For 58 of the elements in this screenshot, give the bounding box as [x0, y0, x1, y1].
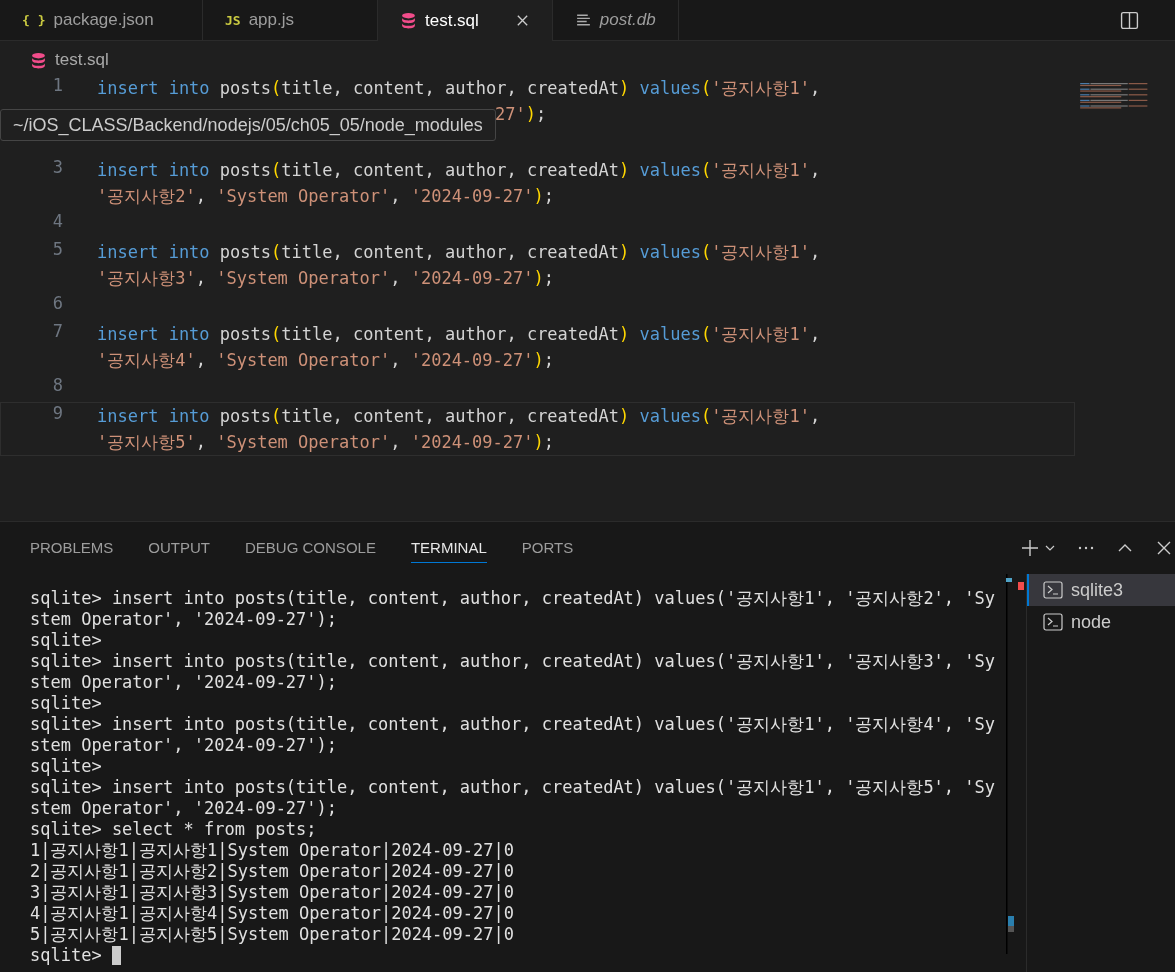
- close-icon[interactable]: [1155, 539, 1173, 557]
- terminal-line: sqlite> select * from posts;: [30, 819, 317, 840]
- terminal-line: sqlite>: [30, 693, 102, 714]
- terminal-line: stem Operator', '2024-09-27');: [30, 798, 338, 819]
- terminal-line: 2|공지사항1|공지사항2|System Operator|2024-09-27|0: [30, 861, 514, 882]
- editor-tab[interactable]: { } package.json: [0, 0, 203, 40]
- braces-icon: { }: [22, 12, 46, 28]
- line-number: 3: [52, 157, 63, 177]
- code-text: '공지사항5', 'System Operator', '2024-09-27');: [97, 432, 554, 452]
- line-number: 9: [52, 403, 63, 423]
- code-text: '공지사항2', 'System Operator', '2024-09-27');: [97, 186, 554, 206]
- database-icon: [400, 12, 417, 29]
- terminal-line: sqlite> insert into posts(title, content, author, createdAt) values('공지사항1', '공지사항5', 'Sy: [30, 777, 996, 798]
- code-text: '공지사항4', 'System Operator', '2024-09-27');: [97, 350, 554, 370]
- terminal-line: sqlite> insert into posts(title, content, author, createdAt) values('공지사항1', '공지사항2', 'Sy: [30, 588, 996, 609]
- terminal-icon: [1043, 580, 1063, 600]
- panel-tab[interactable]: DEBUG CONSOLE: [245, 533, 376, 563]
- terminal-list-item[interactable]: sqlite3: [1027, 574, 1175, 606]
- terminal-line: sqlite>: [30, 630, 102, 651]
- terminal-icon: [1043, 612, 1063, 632]
- panel-tab[interactable]: TERMINAL: [410, 533, 487, 563]
- path-tooltip: ~/iOS_CLASS/Backend/nodejs/05/ch05_05/node_modules: [0, 109, 496, 141]
- editor-tab[interactable]: post.db: [552, 0, 679, 40]
- code-text: insert into posts(title, content, author, createdAt) values('공지사항1',: [97, 242, 821, 262]
- terminal-line: sqlite> insert into posts(title, content, author, createdAt) values('공지사항1', '공지사항3', 'Sy: [30, 651, 996, 672]
- panel-tab[interactable]: PORTS: [521, 533, 574, 563]
- terminal-line: stem Operator', '2024-09-27');: [30, 672, 338, 693]
- code-text: 27');: [495, 104, 547, 124]
- terminal-line: 4|공지사항1|공지사항4|System Operator|2024-09-27|0: [30, 903, 514, 924]
- line-number: 8: [52, 375, 63, 395]
- line-number: 6: [52, 293, 63, 313]
- line-number: 7: [52, 321, 63, 341]
- line-number: 1: [52, 75, 63, 95]
- terminal-line: sqlite>: [30, 945, 102, 966]
- terminal-line: 1|공지사항1|공지사항1|System Operator|2024-09-27|0: [30, 840, 514, 861]
- terminal-list-item[interactable]: node: [1027, 606, 1175, 638]
- code-text: insert into posts(title, content, author, createdAt) values('공지사항1',: [97, 406, 821, 426]
- plus-icon[interactable]: [1021, 539, 1039, 557]
- editor-tab[interactable]: test.sql: [378, 0, 553, 41]
- line-number: 4: [52, 211, 63, 231]
- terminal-line: stem Operator', '2024-09-27');: [30, 609, 338, 630]
- code-text: insert into posts(title, content, author, createdAt) values('공지사항1',: [97, 324, 821, 344]
- code-text: insert into posts(title, content, author, createdAt) values('공지사항1',: [97, 78, 821, 98]
- scrollbar-drawing[interactable]: [1006, 574, 1026, 954]
- terminal-line: 5|공지사항1|공지사항5|System Operator|2024-09-27|0: [30, 924, 514, 945]
- breadcrumb-item[interactable]: test.sql: [55, 50, 109, 70]
- terminal-line: sqlite> insert into posts(title, content, author, createdAt) values('공지사항1', '공지사항4', 'Sy: [30, 714, 996, 735]
- split-editor-icon[interactable]: [1120, 10, 1139, 30]
- terminal-line: stem Operator', '2024-09-27');: [30, 735, 338, 756]
- panel-tab[interactable]: PROBLEMS: [30, 533, 114, 563]
- panel-tab[interactable]: OUTPUT: [148, 533, 211, 563]
- line-number: 5: [52, 239, 63, 259]
- code-text: '공지사항3', 'System Operator', '2024-09-27');: [97, 268, 554, 288]
- terminal-line: 3|공지사항1|공지사항3|System Operator|2024-09-27|0: [30, 882, 514, 903]
- terminal-line: sqlite>: [30, 756, 102, 777]
- database-icon: [30, 51, 47, 69]
- js-icon: JS: [225, 12, 241, 28]
- code-text: insert into posts(title, content, author, createdAt) values('공지사항1',: [97, 160, 821, 180]
